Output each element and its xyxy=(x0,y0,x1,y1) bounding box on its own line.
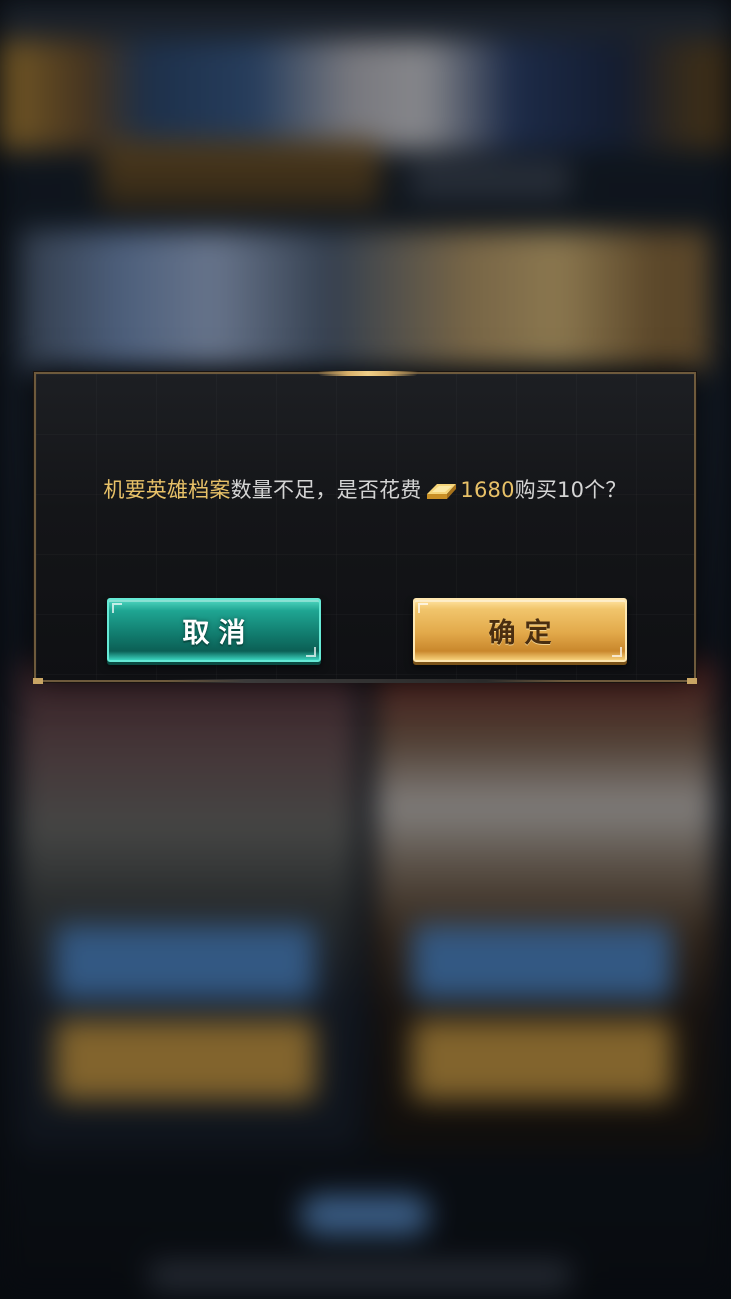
dialog-bottom-accent xyxy=(166,679,566,683)
item-name: 机要英雄档案 xyxy=(103,478,231,502)
game-screen: 机要英雄档案数量不足，是否花费 1680购买10个？ 取消 确定 xyxy=(0,0,731,1299)
confirm-button-label: 确定 xyxy=(488,617,561,649)
message-text-before-cost: 数量不足，是否花费 xyxy=(230,478,422,502)
cost-amount: 1680 xyxy=(460,478,515,502)
dialog-corner-ornament xyxy=(687,678,697,684)
dialog-message: 机要英雄档案数量不足，是否花费 1680购买10个？ xyxy=(36,474,694,506)
dialog-top-accent xyxy=(318,371,418,376)
cancel-button-label: 取消 xyxy=(182,617,255,649)
purchase-confirm-dialog: 机要英雄档案数量不足，是否花费 1680购买10个？ 取消 确定 xyxy=(33,371,697,684)
cancel-button[interactable]: 取消 xyxy=(107,598,321,662)
dialog-corner-ornament xyxy=(33,678,43,684)
confirm-button[interactable]: 确定 xyxy=(413,598,627,662)
gold-bar-icon xyxy=(427,484,457,499)
message-text-after-cost: 购买10个？ xyxy=(514,478,627,502)
